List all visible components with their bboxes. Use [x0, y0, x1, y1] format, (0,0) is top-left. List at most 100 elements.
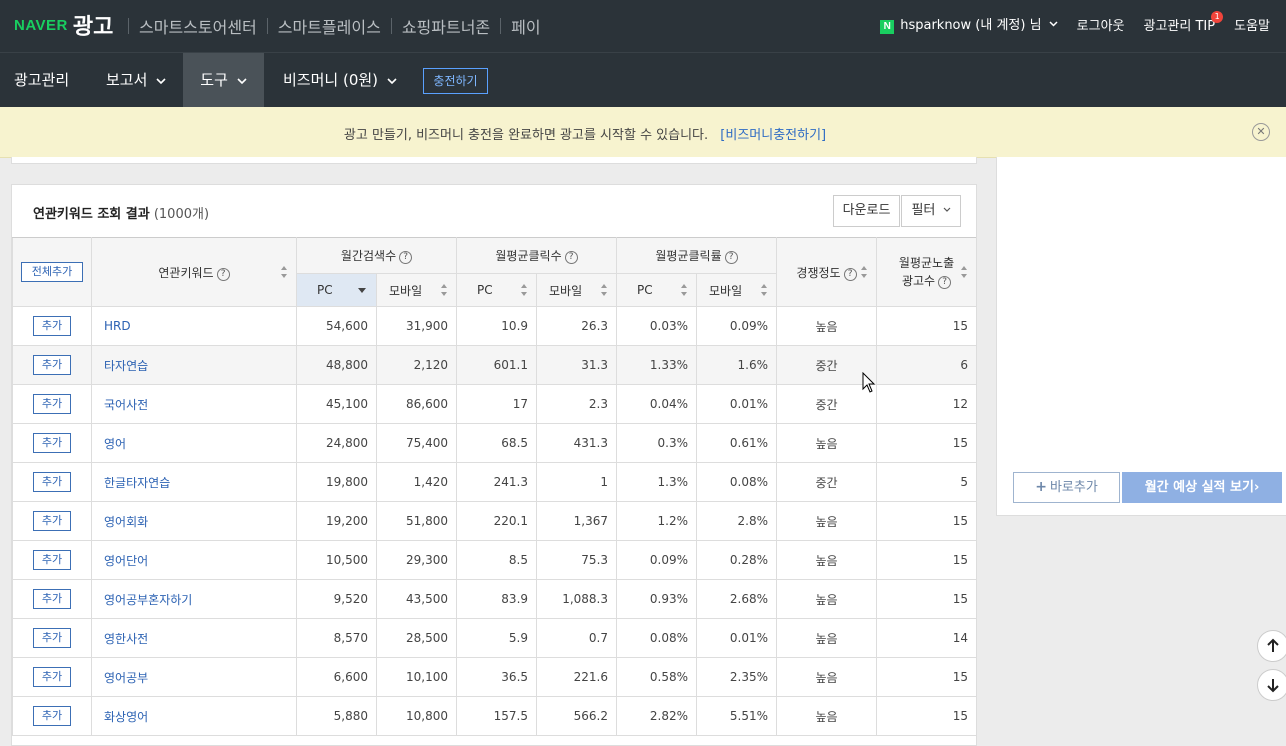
add-keyword-button[interactable]: 추가	[33, 628, 71, 648]
cell-keyword[interactable]: 영한사전	[91, 618, 297, 658]
help-icon[interactable]: ?	[564, 251, 578, 264]
sort-icon[interactable]	[601, 283, 608, 297]
cell-keyword[interactable]: 영어	[91, 423, 297, 463]
cell-competition: 높음	[776, 579, 878, 619]
cell-clicks-pc: 83.9	[456, 579, 538, 619]
help-icon[interactable]: ?	[216, 267, 230, 281]
header-ctr-mobile[interactable]: 모바일	[696, 273, 778, 307]
nav-pay[interactable]: 페이	[511, 14, 540, 38]
add-keyword-button[interactable]: 추가	[33, 706, 71, 726]
cell-clicks-mobile: 26.3	[536, 306, 618, 346]
cell-search-mobile: 43,500	[375, 579, 458, 619]
header-keyword[interactable]: 연관키워드?	[91, 237, 297, 307]
filter-button[interactable]: 필터	[901, 195, 961, 227]
logout-link[interactable]: 로그아웃	[1077, 15, 1125, 34]
add-keyword-button[interactable]: 추가	[33, 355, 71, 375]
scroll-down-button[interactable]	[1257, 669, 1286, 701]
scroll-up-button[interactable]	[1257, 630, 1286, 662]
add-keyword-button[interactable]: 추가	[33, 550, 71, 570]
user-menu[interactable]: Nhsparknow (내 계정) 님	[880, 14, 1058, 34]
nav-tools[interactable]: 도구	[183, 53, 264, 108]
cell-keyword[interactable]: 영어공부	[91, 657, 297, 697]
add-all-button[interactable]: 전체추가	[21, 262, 83, 282]
nav-shopping-partner[interactable]: 쇼핑파트너존	[402, 14, 490, 38]
sort-icon[interactable]	[861, 265, 868, 279]
header-search-mobile[interactable]: 모바일	[375, 273, 458, 307]
sort-icon[interactable]	[681, 283, 688, 297]
header-monthly-ctr-label: 월평균클릭률	[655, 249, 722, 263]
cell-keyword[interactable]: 영어공부혼자하기	[91, 579, 297, 619]
add-keyword-button[interactable]: 추가	[33, 511, 71, 531]
add-keyword-button[interactable]: 추가	[33, 316, 71, 336]
cell-keyword[interactable]: HRD	[91, 306, 297, 346]
add-keyword-button[interactable]: 추가	[33, 589, 71, 609]
header-clicks-pc[interactable]: PC	[456, 273, 538, 307]
cell-search-pc: 6,600	[296, 657, 377, 697]
sort-icon[interactable]	[521, 283, 528, 297]
nav-smartplace[interactable]: 스마트플레이스	[278, 14, 381, 38]
add-keyword-button[interactable]: 추가	[33, 667, 71, 687]
charge-button[interactable]: 충전하기	[423, 68, 488, 94]
header-monthly-search-label: 월간검색수	[340, 249, 397, 263]
help-icon[interactable]: ?	[843, 267, 857, 281]
table-row: 추가 한글타자연습 19,800 1,420 241.3 1 1.3% 0.08% 중간 5	[12, 462, 978, 502]
add-cell: 추가	[12, 384, 92, 424]
cell-clicks-mobile: 0.7	[536, 618, 618, 658]
nav-ad-management[interactable]: 광고관리	[14, 53, 69, 108]
sort-icon[interactable]	[961, 265, 968, 279]
nav-smartstore[interactable]: 스마트스토어센터	[139, 14, 257, 38]
cell-search-mobile: 75,400	[375, 423, 458, 463]
cell-keyword[interactable]: 한글타자연습	[91, 462, 297, 502]
cell-clicks-mobile: 1,367	[536, 501, 618, 541]
nav-bizmoney[interactable]: 비즈머니 (0원)	[283, 53, 397, 108]
help-icon[interactable]: ?	[724, 251, 738, 264]
cell-clicks-pc: 8.5	[456, 540, 538, 580]
cell-keyword[interactable]: 영어회화	[91, 501, 297, 541]
ad-tip-link[interactable]: 광고관리 TIP 1	[1144, 10, 1224, 34]
table-row: 추가 영어공부 6,600 10,100 36.5 221.6 0.58% 2.35% 높음 15	[12, 657, 978, 697]
cell-ctr-pc: 2.82%	[616, 696, 698, 736]
header-ctr-pc[interactable]: PC	[616, 273, 698, 307]
cell-ctr-mobile: 0.01%	[696, 384, 778, 424]
cell-search-pc: 24,800	[296, 423, 377, 463]
add-keyword-button[interactable]: 추가	[33, 433, 71, 453]
previous-panel	[11, 157, 977, 164]
cell-clicks-pc: 17	[456, 384, 538, 424]
monthly-forecast-button[interactable]: 월간 예상 실적 보기›	[1122, 472, 1282, 503]
cell-keyword[interactable]: 영어단어	[91, 540, 297, 580]
cell-ctr-pc: 1.2%	[616, 501, 698, 541]
chevron-down-icon	[156, 78, 166, 85]
help-icon[interactable]: ?	[399, 251, 413, 264]
cell-clicks-pc: 68.5	[456, 423, 538, 463]
naver-ad-logo[interactable]: NAVER 광고	[14, 10, 113, 40]
chevron-down-icon	[1049, 21, 1058, 27]
sort-icon[interactable]	[761, 283, 768, 297]
nav-reports[interactable]: 보고서	[106, 53, 166, 108]
cell-keyword[interactable]: 타자연습	[91, 345, 297, 385]
sort-desc-icon[interactable]	[358, 288, 366, 293]
cell-ctr-pc: 0.93%	[616, 579, 698, 619]
help-icon[interactable]: ?	[938, 276, 952, 289]
sort-icon[interactable]	[441, 283, 448, 297]
bizmoney-charge-link[interactable]: [비즈머니충전하기]	[720, 128, 826, 143]
close-icon[interactable]: ✕	[1252, 123, 1270, 141]
cell-keyword[interactable]: 화상영어	[91, 696, 297, 736]
cell-ad-count: 14	[876, 618, 978, 658]
cell-search-mobile: 51,800	[375, 501, 458, 541]
top-bar: NAVER 광고 스마트스토어센터 스마트플레이스 쇼핑파트너존 페이 Nhsp…	[0, 0, 1286, 52]
add-now-button[interactable]: + 바로추가	[1013, 472, 1120, 503]
header-ad-count[interactable]: 월평균노출 광고수?	[876, 237, 978, 307]
add-keyword-button[interactable]: 추가	[33, 472, 71, 492]
download-button[interactable]: 다운로드	[833, 195, 900, 227]
logo-naver-text: NAVER	[14, 16, 68, 34]
help-link[interactable]: 도움말	[1234, 15, 1270, 34]
sort-icon[interactable]	[281, 265, 288, 279]
header-search-pc[interactable]: PC	[296, 273, 377, 307]
cell-search-pc: 5,880	[296, 696, 377, 736]
cell-competition: 높음	[776, 501, 878, 541]
cell-keyword[interactable]: 국어사전	[91, 384, 297, 424]
add-keyword-button[interactable]: 추가	[33, 394, 71, 414]
header-clicks-mobile[interactable]: 모바일	[536, 273, 618, 307]
add-cell: 추가	[12, 579, 92, 619]
header-competition[interactable]: 경쟁정도?	[776, 237, 878, 307]
